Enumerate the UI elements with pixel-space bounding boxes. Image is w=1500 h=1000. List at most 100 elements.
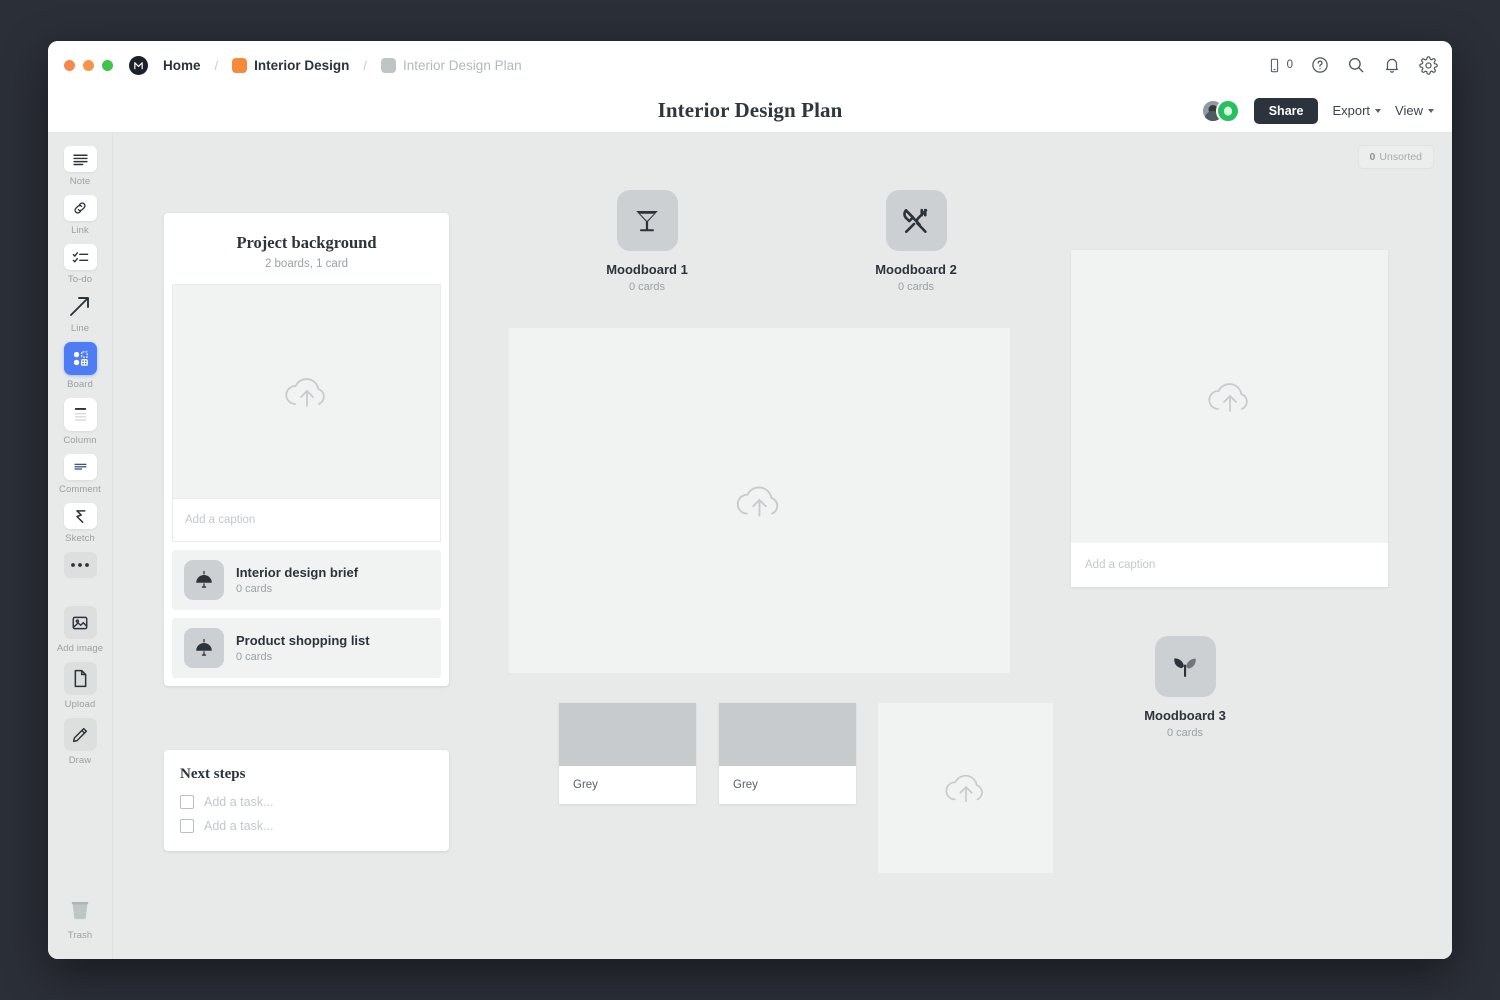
sidebar-item-label: Trash [67,930,93,941]
task-checkbox[interactable] [180,795,194,809]
phone-icon [1267,58,1282,73]
unsorted-badge[interactable]: 0 Unsorted [1357,145,1434,169]
maximize-window-button[interactable] [102,59,113,71]
chevron-down-icon [1375,108,1382,113]
board-card-count: 0 cards [236,651,273,663]
sidebar-item-add-image[interactable]: Add image [52,606,108,654]
share-button[interactable]: Share [1253,97,1319,124]
app-body: Note Link To-do Line Board Column Commen… [48,133,1452,959]
moodboard-card-count: 0 cards [1166,727,1204,739]
view-menu-button[interactable]: View [1395,103,1434,118]
project-image-dropzone[interactable] [172,284,441,499]
sidebar-item-sketch[interactable]: Sketch [52,503,108,544]
breadcrumb: Home / Interior Design / Interior Design… [129,55,522,75]
window-controls[interactable] [64,59,113,71]
sidebar-item-label: Upload [64,699,96,710]
sidebar-item-label: To-do [67,274,93,285]
task-row[interactable]: Add a task... [180,795,433,809]
app-logo-icon[interactable] [129,55,148,75]
export-menu-button[interactable]: Export [1332,103,1382,118]
sidebar-item-todo[interactable]: To-do [52,244,108,285]
view-label: View [1395,103,1423,118]
sidebar-item-draw[interactable]: Draw [52,718,108,766]
swatch-color-block [559,703,696,766]
cloud-upload-icon [736,485,779,517]
sidebar-item-upload[interactable]: Upload [52,662,108,710]
search-icon[interactable] [1347,56,1365,74]
todo-icon [63,244,97,270]
avatar[interactable] [1215,98,1240,123]
sidebar-item-label: Link [71,225,89,236]
gear-icon[interactable] [1419,55,1438,75]
device-status[interactable]: 0 [1267,58,1293,73]
sidebar-item-label: Note [69,176,91,187]
sidebar-item-label: Draw [68,755,92,766]
project-color-swatch-icon [232,57,248,73]
small-image-dropzone[interactable] [878,703,1053,873]
sidebar-item-comment[interactable]: Comment [52,454,108,495]
window-titlebar: Home / Interior Design / Interior Design… [48,41,1452,89]
right-image-card[interactable]: Add a caption [1071,250,1388,587]
sidebar-item-column[interactable]: Column [52,398,108,446]
tool-sidebar: Note Link To-do Line Board Column Commen… [48,133,113,959]
cloud-upload-icon [1207,382,1248,412]
task-input[interactable]: Add a task... [204,795,273,809]
color-swatch-card[interactable]: Grey [719,703,856,804]
next-steps-title: Next steps [180,766,246,782]
app-window: Home / Interior Design / Interior Design… [48,41,1452,959]
sidebar-item-board[interactable]: Board [52,342,108,390]
project-background-card[interactable]: Project background 2 boards, 1 card Add … [164,213,449,686]
close-window-button[interactable] [64,59,75,71]
moodboard-3[interactable]: Moodboard 3 0 cards [1140,636,1230,739]
moodboard-1[interactable]: Moodboard 1 0 cards [602,190,692,293]
collaborator-avatars[interactable] [1200,98,1240,123]
swatch-color-block [719,703,856,766]
task-input[interactable]: Add a task... [204,819,273,833]
task-checkbox[interactable] [180,819,194,833]
large-image-dropzone[interactable] [509,328,1010,673]
sidebar-item-link[interactable]: Link [52,195,108,236]
moodboard-name: Moodboard 1 [606,262,688,277]
help-icon[interactable] [1311,56,1329,74]
chevron-down-icon [1428,108,1434,113]
breadcrumb-separator-2: / [363,57,368,73]
board-list-item[interactable]: Product shopping list 0 cards [172,618,441,678]
board-canvas[interactable]: 0 Unsorted Project background 2 boards, … [113,133,1452,959]
line-icon [64,293,97,319]
sidebar-item-line[interactable]: Line [52,293,108,334]
task-row[interactable]: Add a task... [180,819,433,833]
board-list-item[interactable]: Interior design brief 0 cards [172,550,441,610]
sidebar-item-trash[interactable]: Trash [52,893,108,941]
bell-icon[interactable] [1383,56,1401,74]
titlebar-actions: 0 [1267,55,1438,75]
export-label: Export [1332,103,1371,118]
right-image-dropzone[interactable] [1071,250,1388,543]
image-icon [63,606,97,639]
breadcrumb-home[interactable]: Home [163,58,201,73]
sidebar-item-note[interactable]: Note [52,146,108,187]
sidebar-item-more[interactable] [52,552,108,582]
header-actions: Share Export View [1200,97,1434,124]
right-caption-input[interactable]: Add a caption [1071,543,1388,587]
color-swatch-card[interactable]: Grey [559,703,696,804]
board-card-count: 0 cards [236,583,273,595]
breadcrumb-separator-1: / [214,57,219,73]
board-name: Interior design brief [236,565,359,580]
cutlery-icon [885,190,947,251]
next-steps-card[interactable]: Next steps Add a task... Add a task... [164,750,449,851]
lamp-icon [184,628,224,668]
project-caption-input[interactable]: Add a caption [172,499,441,542]
breadcrumb-project[interactable]: Interior Design [254,58,349,73]
cloud-upload-icon [944,774,983,803]
project-card-header: Project background 2 boards, 1 card [164,213,449,284]
desktop-background: Home / Interior Design / Interior Design… [0,0,1500,1000]
file-icon [63,662,97,695]
project-card-title: Project background [236,233,377,252]
board-list-item-text: Interior design brief 0 cards [236,565,358,595]
moodboard-2[interactable]: Moodboard 2 0 cards [871,190,961,293]
cloud-upload-icon [284,377,325,407]
lamp-icon [184,560,224,600]
minimize-window-button[interactable] [83,59,94,71]
moodboard-name: Moodboard 3 [1144,708,1226,723]
project-card-subtitle: 2 boards, 1 card [264,258,349,270]
